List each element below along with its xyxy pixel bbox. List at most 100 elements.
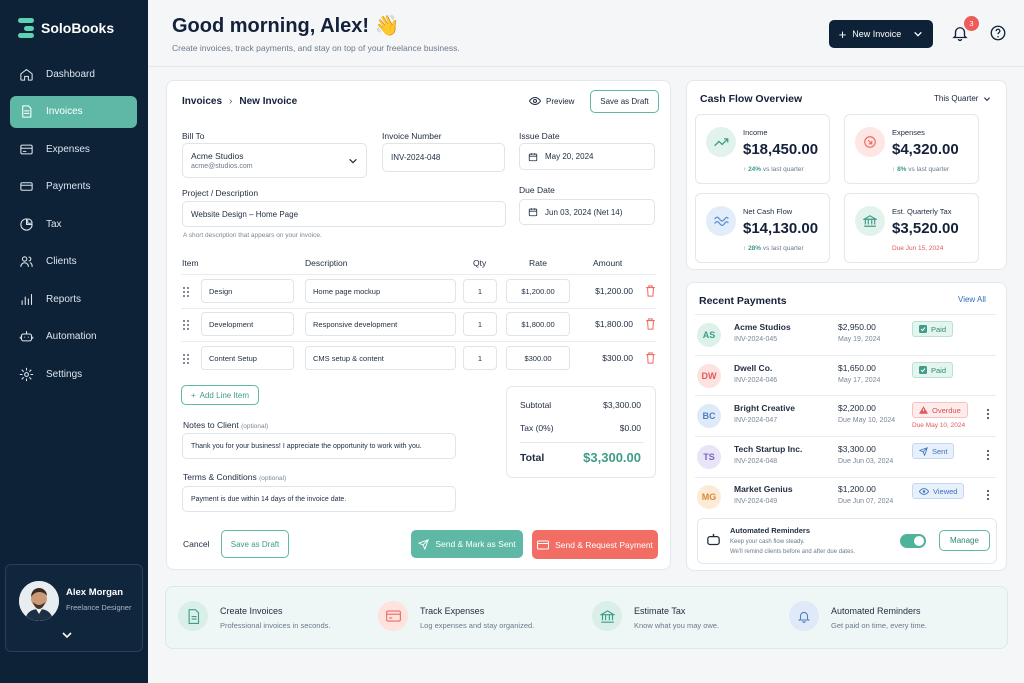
sidebar-item-label: Payments xyxy=(46,181,91,192)
view-all-link[interactable]: View All xyxy=(958,295,986,304)
breadcrumb-separator: › xyxy=(229,96,233,107)
cash-flow-card: Cash Flow Overview This Quarter Income $… xyxy=(686,80,1007,270)
trash-icon[interactable] xyxy=(645,352,656,364)
drag-handle-icon[interactable] xyxy=(182,319,190,331)
status-badge: Viewed xyxy=(912,483,965,499)
trash-icon[interactable] xyxy=(645,318,656,330)
stat-change: ↑ 28% vs last quarter xyxy=(743,245,804,252)
invoice-form-card: Invoices › New Invoice Preview Save as D… xyxy=(166,80,671,570)
terms-label: Terms & Conditions (optional) xyxy=(183,472,286,482)
save-draft-top-button[interactable]: Save as Draft xyxy=(590,90,659,113)
total-label: Total xyxy=(520,452,545,464)
sidebar-item-clients[interactable]: Clients xyxy=(10,246,137,278)
plus-icon: + xyxy=(838,26,847,42)
sidebar-item-reports[interactable]: Reports xyxy=(10,283,137,315)
wallet-icon xyxy=(20,144,33,154)
payment-row[interactable]: DW Dwell Co. INV-2024-046 $1,650.00 May … xyxy=(695,356,995,396)
client-name: Acme Studios xyxy=(734,322,791,332)
add-line-item-button[interactable]: + Add Line Item xyxy=(181,385,259,405)
line-item-name[interactable]: Development xyxy=(201,312,294,336)
period-select[interactable]: This Quarter xyxy=(934,94,991,103)
payment-row[interactable]: MG Market Genius INV-2024-049 $1,200.00 … xyxy=(695,477,995,517)
payment-amount: $1,650.00 xyxy=(838,363,876,373)
column-header-rate: Rate xyxy=(529,258,547,268)
issue-date-input[interactable]: May 20, 2024 xyxy=(519,143,655,170)
payment-date: Due Jun 03, 2024 xyxy=(838,458,894,465)
invoice-number-input[interactable]: INV-2024-048 xyxy=(382,143,505,172)
period-value: This Quarter xyxy=(934,94,979,103)
document-icon xyxy=(178,601,208,631)
drag-handle-icon[interactable] xyxy=(182,286,190,298)
user-profile-card[interactable]: Alex Morgan Freelance Designer xyxy=(5,564,143,652)
line-item-description[interactable]: Home page mockup xyxy=(305,279,456,303)
save-draft-button[interactable]: Save as Draft xyxy=(221,530,289,558)
feature-track-expenses[interactable]: Track Expenses Log expenses and stay org… xyxy=(378,601,568,635)
issue-date-value: May 20, 2024 xyxy=(545,152,594,161)
help-icon[interactable] xyxy=(989,24,1007,42)
stat-change-pct: 28% xyxy=(748,245,762,252)
feature-create-invoices[interactable]: Create Invoices Professional invoices in… xyxy=(178,601,358,635)
line-item-qty[interactable]: 1 xyxy=(463,346,497,370)
line-item-rate[interactable]: $1,200.00 xyxy=(506,279,570,303)
terms-input[interactable]: Payment is due within 14 days of the inv… xyxy=(182,486,456,512)
payment-row[interactable]: TS Tech Startup Inc. INV-2024-048 $3,300… xyxy=(695,437,995,477)
status-badge: Sent xyxy=(912,443,955,459)
gear-icon xyxy=(19,367,34,381)
due-date-input[interactable]: Jun 03, 2024 (Net 14) xyxy=(519,199,655,225)
feature-automated-reminders[interactable]: Automated Reminders Get paid on time, ev… xyxy=(789,601,989,635)
manage-button[interactable]: Manage xyxy=(939,530,990,551)
preview-button[interactable]: Preview xyxy=(529,96,574,106)
bill-to-select[interactable]: Acme Studios acme@studios.com xyxy=(182,143,367,178)
drag-handle-icon[interactable] xyxy=(182,353,190,365)
payment-row[interactable]: BC Bright Creative INV-2024-047 $2,200.0… xyxy=(695,396,995,436)
sidebar-item-invoices[interactable]: Invoices xyxy=(10,95,137,128)
sidebar-item-label: Tax xyxy=(46,218,62,230)
send-mark-sent-button[interactable]: Send & Mark as Sent xyxy=(411,530,523,558)
sidebar-item-payments[interactable]: Payments xyxy=(10,171,137,203)
project-input[interactable]: Website Design – Home Page xyxy=(182,201,506,227)
totals-divider xyxy=(520,442,644,443)
feature-estimate-tax[interactable]: Estimate Tax Know what you may owe. xyxy=(592,601,772,635)
more-options-icon[interactable] xyxy=(986,489,990,501)
sidebar-item-automation[interactable]: Automation xyxy=(10,321,137,353)
sidebar-item-settings[interactable]: Settings xyxy=(10,358,137,390)
reminders-title: Automated Reminders xyxy=(730,526,811,535)
line-item-qty[interactable]: 1 xyxy=(463,279,497,303)
notes-input[interactable]: Thank you for your business! I appreciat… xyxy=(182,433,456,459)
line-item-description[interactable]: CMS setup & content xyxy=(305,346,456,370)
trash-icon[interactable] xyxy=(645,285,656,297)
client-name: Tech Startup Inc. xyxy=(734,444,803,454)
calendar-icon xyxy=(528,208,538,217)
breadcrumb-parent[interactable]: Invoices xyxy=(182,96,222,107)
new-invoice-button[interactable]: + New Invoice xyxy=(829,20,933,48)
status-label: Sent xyxy=(932,446,948,456)
preview-label: Preview xyxy=(546,96,575,106)
line-item-rate[interactable]: $1,800.00 xyxy=(506,312,570,336)
cancel-button[interactable]: Cancel xyxy=(183,539,209,549)
line-item-rate[interactable]: $300.00 xyxy=(506,346,570,370)
sidebar-item-expenses[interactable]: Expenses xyxy=(10,133,137,165)
payment-row[interactable]: AS Acme Studios INV-2024-045 $2,950.00 M… xyxy=(695,315,995,355)
invoice-number: INV-2024-045 xyxy=(734,336,778,343)
line-item-description[interactable]: Responsive development xyxy=(305,312,456,336)
line-item-name[interactable]: Design xyxy=(201,279,294,303)
terms-label-text: Terms & Conditions xyxy=(183,472,257,482)
feature-title: Track Expenses xyxy=(420,606,485,616)
sidebar-item-dashboard[interactable]: Dashboard xyxy=(10,58,137,90)
income-stat-card: Income $18,450.00 ↑ 24% vs last quarter xyxy=(695,114,830,184)
chevron-down-icon[interactable] xyxy=(61,629,73,641)
line-item-name[interactable]: Content Setup xyxy=(201,346,294,370)
profile-name: Alex Morgan xyxy=(66,587,124,598)
more-options-icon[interactable] xyxy=(986,449,990,461)
net-cash-flow-stat-card: Net Cash Flow $14,130.00 ↑ 28% vs last q… xyxy=(695,193,830,263)
send-request-payment-button[interactable]: Send & Request Payment xyxy=(532,530,658,559)
reminders-toggle[interactable] xyxy=(900,534,926,548)
pie-chart-icon xyxy=(20,217,33,231)
line-item-qty[interactable]: 1 xyxy=(463,312,497,336)
terms-optional: (optional) xyxy=(259,475,287,482)
line-item-amount: $1,200.00 xyxy=(595,286,633,296)
breadcrumb-current: New Invoice xyxy=(239,96,298,107)
sidebar-item-tax[interactable]: Tax xyxy=(10,208,137,240)
app-logo[interactable]: SoloBooks xyxy=(18,18,114,38)
more-options-icon[interactable] xyxy=(986,408,990,420)
